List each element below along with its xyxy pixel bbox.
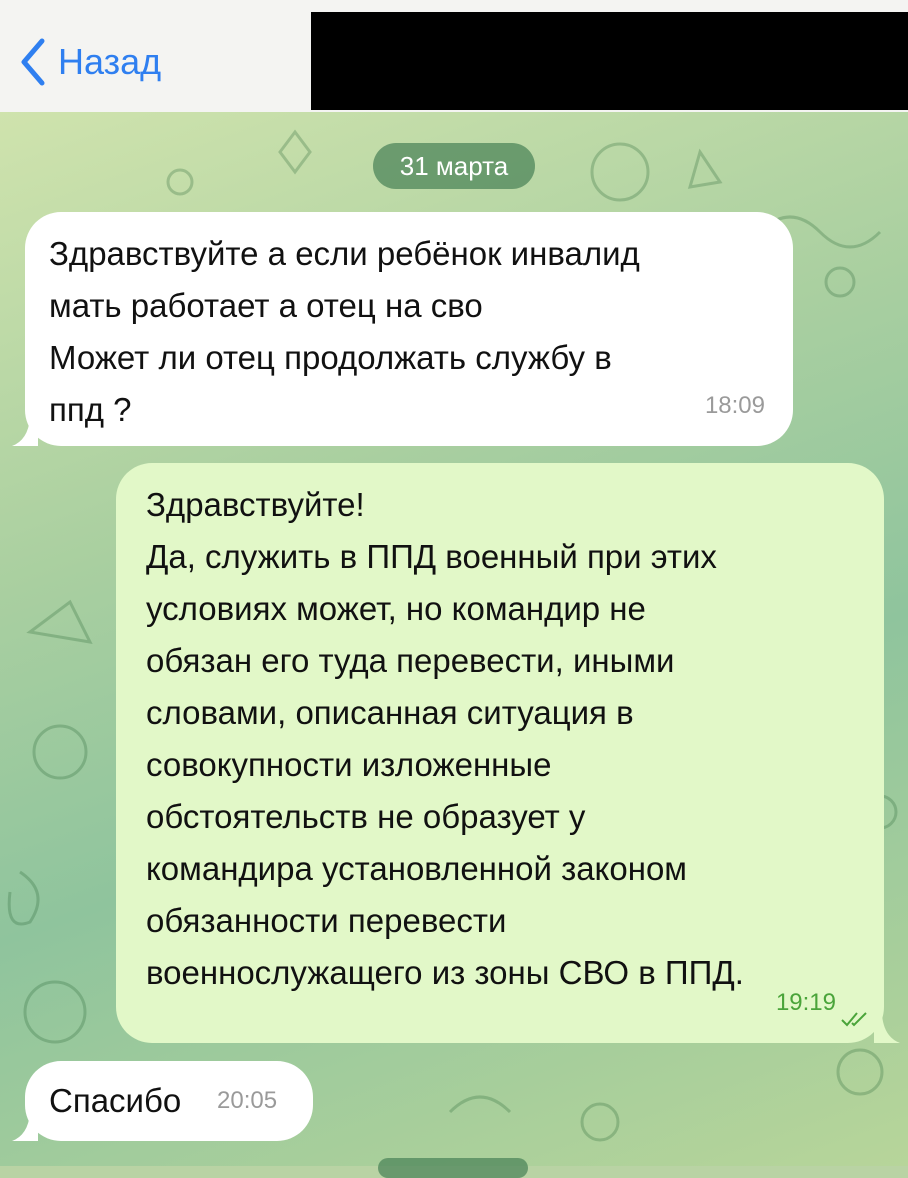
message-text: Здравствуйте а если ребёнок инвалид мать…	[49, 235, 640, 428]
date-separator: 31 марта	[373, 143, 535, 189]
message-time: 20:05	[217, 1087, 278, 1114]
redacted-contact-info	[311, 12, 908, 110]
double-check-icon	[841, 1012, 867, 1027]
message-incoming[interactable]: Здравствуйте а если ребёнок инвалид мать…	[25, 212, 793, 446]
message-time: 19:19	[775, 989, 836, 1016]
message-time: 18:09	[704, 392, 765, 419]
message-text: Спасибо	[49, 1082, 182, 1119]
message-text: Здравствуйте! Да, служить в ППД военный …	[146, 486, 744, 991]
message-incoming[interactable]: Спасибо 20:05	[25, 1061, 313, 1141]
back-button[interactable]: Назад	[18, 36, 161, 88]
back-label: Назад	[58, 41, 162, 82]
chat-header: Назад	[0, 0, 908, 112]
date-separator-partial	[378, 1158, 528, 1178]
chevron-left-icon	[21, 38, 45, 86]
message-outgoing[interactable]: Здравствуйте! Да, служить в ППД военный …	[116, 463, 884, 1043]
